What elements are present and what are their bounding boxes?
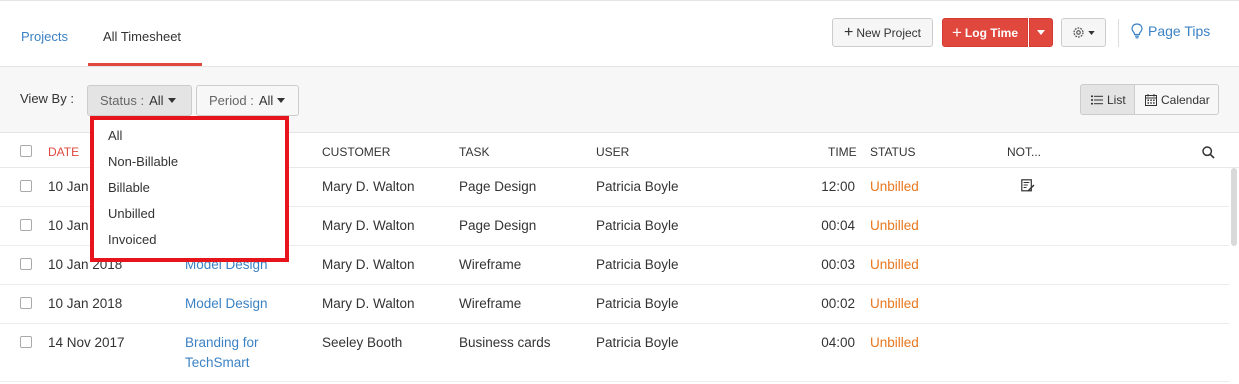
- row-time: 04:00: [821, 335, 855, 350]
- new-project-button[interactable]: + New Project: [832, 18, 933, 47]
- lightbulb-icon: [1131, 23, 1143, 39]
- list-icon: [1091, 95, 1103, 104]
- row-task: Business cards: [459, 335, 551, 350]
- caret-down-icon: [277, 98, 286, 103]
- column-header-status[interactable]: STATUS: [870, 145, 916, 159]
- row-customer: Mary D. Walton: [322, 179, 415, 194]
- log-time-button[interactable]: + Log Time: [942, 18, 1028, 47]
- table-row[interactable]: 14 Nov 2017 Branding for TechSmart Seele…: [0, 324, 1229, 382]
- row-time: 00:02: [821, 296, 855, 311]
- status-option-all[interactable]: All: [108, 128, 122, 143]
- row-status: Unbilled: [870, 257, 919, 272]
- period-filter-dropdown[interactable]: Period : All: [196, 85, 299, 116]
- row-user: Patricia Boyle: [596, 335, 679, 350]
- row-customer: Seeley Booth: [322, 335, 403, 350]
- column-header-customer[interactable]: CUSTOMER: [322, 145, 390, 159]
- header-tabs: Projects All Timesheet + New Project + L…: [0, 0, 1239, 67]
- row-status: Unbilled: [870, 218, 919, 233]
- period-filter-label: Period :: [209, 93, 254, 108]
- vertical-scrollbar[interactable]: [1231, 168, 1237, 246]
- row-time: 00:03: [821, 257, 855, 272]
- status-option-billable[interactable]: Billable: [108, 180, 150, 195]
- status-option-unbilled[interactable]: Unbilled: [108, 206, 155, 221]
- column-header-task[interactable]: TASK: [459, 145, 489, 159]
- row-project-link[interactable]: Model Design: [185, 294, 268, 314]
- row-date: 10 Jan: [48, 179, 89, 194]
- log-time-label: Log Time: [964, 25, 1019, 40]
- column-header-time[interactable]: TIME: [828, 145, 857, 159]
- caret-down-icon: [1037, 30, 1045, 35]
- row-project-link[interactable]: Branding for TechSmart: [185, 333, 259, 373]
- tab-all-timesheet[interactable]: All Timesheet: [103, 29, 181, 44]
- row-date: 10 Jan: [48, 218, 89, 233]
- project-name-line: TechSmart: [185, 355, 250, 370]
- row-user: Patricia Boyle: [596, 218, 679, 233]
- period-filter-value: All: [258, 93, 274, 108]
- view-by-label: View By :: [20, 91, 74, 106]
- column-header-user[interactable]: USER: [596, 145, 629, 159]
- gear-icon: [1073, 27, 1084, 38]
- row-checkbox[interactable]: [20, 180, 32, 192]
- status-option-non-billable[interactable]: Non-Billable: [108, 154, 178, 169]
- new-project-label: New Project: [856, 25, 922, 40]
- calendar-view-label: Calendar: [1161, 92, 1210, 107]
- row-checkbox[interactable]: [20, 219, 32, 231]
- row-status: Unbilled: [870, 296, 919, 311]
- project-name-line: Branding for: [185, 335, 259, 350]
- caret-down-icon: [167, 98, 176, 103]
- toolbar-divider: [1118, 19, 1119, 47]
- row-customer: Mary D. Walton: [322, 218, 415, 233]
- row-task: Wireframe: [459, 257, 522, 272]
- calendar-icon: [1145, 93, 1157, 106]
- row-date: 14 Nov 2017: [48, 335, 125, 350]
- plus-icon: +: [951, 23, 962, 42]
- row-user: Patricia Boyle: [596, 296, 679, 311]
- status-filter-value: All: [149, 93, 164, 108]
- row-task: Wireframe: [459, 296, 522, 311]
- row-user: Patricia Boyle: [596, 257, 679, 272]
- row-customer: Mary D. Walton: [322, 296, 415, 311]
- row-checkbox[interactable]: [20, 258, 32, 270]
- tab-projects[interactable]: Projects: [21, 29, 68, 44]
- row-user: Patricia Boyle: [596, 179, 679, 194]
- search-icon[interactable]: [1202, 146, 1215, 159]
- list-view-label: List: [1107, 92, 1126, 107]
- status-filter-dropdown[interactable]: Status : All: [87, 85, 192, 116]
- page-tips-label: Page Tips: [1148, 23, 1211, 39]
- table-row[interactable]: 10 Jan 2018 Model Design Mary D. Walton …: [0, 285, 1229, 324]
- settings-button[interactable]: [1061, 18, 1106, 47]
- row-task: Page Design: [459, 218, 537, 233]
- calendar-view-button[interactable]: Calendar: [1134, 84, 1219, 115]
- status-dropdown-menu: All Non-Billable Billable Unbilled Invoi…: [90, 116, 289, 262]
- column-header-date[interactable]: DATE: [48, 145, 79, 159]
- log-time-dropdown-button[interactable]: [1029, 18, 1053, 47]
- column-header-notes[interactable]: NOT...: [1007, 145, 1041, 159]
- plus-icon: +: [843, 23, 854, 41]
- row-task: Page Design: [459, 179, 537, 194]
- list-view-button[interactable]: List: [1080, 84, 1135, 115]
- active-tab-indicator: [88, 63, 202, 66]
- page-tips-link[interactable]: Page Tips: [1131, 23, 1210, 39]
- note-icon[interactable]: [1021, 179, 1035, 192]
- row-customer: Mary D. Walton: [322, 257, 415, 272]
- row-time: 00:04: [821, 218, 855, 233]
- row-time: 12:00: [821, 179, 855, 194]
- status-option-invoiced[interactable]: Invoiced: [108, 232, 156, 247]
- row-checkbox[interactable]: [20, 336, 32, 348]
- status-filter-label: Status :: [100, 93, 145, 108]
- caret-down-icon: [1088, 30, 1095, 35]
- row-status: Unbilled: [870, 335, 919, 350]
- select-all-checkbox[interactable]: [20, 145, 32, 157]
- row-status: Unbilled: [870, 179, 919, 194]
- row-date: 10 Jan 2018: [48, 296, 123, 311]
- row-checkbox[interactable]: [20, 297, 32, 309]
